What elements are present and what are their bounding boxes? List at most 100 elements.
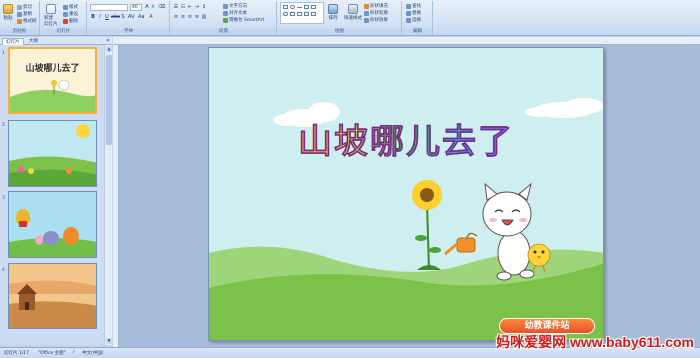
text-direction-button[interactable]: 文字方向: [223, 3, 247, 9]
slide-counter: 幻灯片 1/17: [4, 351, 30, 356]
shape-outline-button[interactable]: 形状轮廓: [364, 10, 388, 16]
clear-format-icon[interactable]: ⌫: [158, 4, 165, 10]
align-text-icon: [223, 10, 228, 16]
heart-shape-icon[interactable]: [311, 12, 316, 16]
close-icon[interactable]: ✕: [106, 38, 110, 44]
thumbnail-number: 1: [2, 51, 5, 56]
text-direction-icon: [223, 3, 228, 9]
slides-group: 新建 幻灯片 版式 重设 删除 幻灯片: [41, 1, 87, 35]
horizontal-ruler: [113, 37, 700, 45]
layout-icon: [63, 4, 68, 10]
shape-effects-button[interactable]: 形状效果: [364, 17, 388, 23]
italic-icon[interactable]: I: [97, 14, 103, 20]
scroll-down-icon[interactable]: ▼: [106, 338, 112, 344]
strikethrough-icon[interactable]: abc: [111, 14, 120, 20]
slides-group-title: 幻灯片: [41, 29, 86, 35]
effects-icon: [364, 17, 369, 23]
shadow-icon[interactable]: S: [120, 14, 126, 20]
align-right-icon[interactable]: ≡: [187, 14, 193, 20]
callout-shape-icon[interactable]: [297, 12, 302, 16]
smartart-icon: [223, 17, 228, 23]
select-button[interactable]: 选择: [406, 17, 421, 23]
replace-button[interactable]: 替换: [406, 10, 421, 16]
numbering-icon[interactable]: ☷: [180, 4, 186, 10]
justify-icon[interactable]: ≡: [194, 14, 200, 20]
paste-icon: [3, 4, 13, 14]
columns-icon[interactable]: ▥: [201, 14, 207, 20]
align-text-button[interactable]: 对齐文本: [223, 10, 247, 16]
clipboard-group-title: 剪贴板: [0, 29, 39, 35]
shapes-gallery[interactable]: [280, 2, 324, 24]
oval-shape-icon[interactable]: [290, 5, 295, 9]
paint-bucket-icon: [364, 3, 369, 9]
arrow-shape-icon[interactable]: [304, 5, 309, 9]
align-center-icon[interactable]: ≡: [180, 14, 186, 20]
brush-icon: [17, 18, 22, 24]
clipboard-group: 粘贴 剪切 复制 格式刷 剪贴板: [0, 1, 40, 35]
triangle-shape-icon[interactable]: [311, 5, 316, 9]
paragraph-group: ☰ ☷ ⇤ ⇥ ↕ 文字方向 对齐文本 转换为 SmartArt ≡ ≡ ≡ ≡…: [171, 1, 277, 35]
thumbnail-number: 4: [2, 268, 5, 273]
line-spacing-icon[interactable]: ↕: [201, 4, 207, 10]
scissors-icon: [17, 4, 22, 10]
paste-label: 粘贴: [3, 16, 13, 21]
slide-thumbnail-1[interactable]: 山坡哪儿去了: [8, 47, 97, 114]
star-shape-icon[interactable]: [290, 12, 295, 16]
font-name-combo[interactable]: [90, 4, 128, 11]
editing-group: 查找 替换 选择 编辑: [403, 1, 433, 35]
bold-icon[interactable]: B: [90, 14, 96, 20]
increase-indent-icon[interactable]: ⇥: [194, 4, 200, 10]
scroll-thumb[interactable]: [106, 55, 112, 145]
scroll-up-icon[interactable]: ▲: [106, 46, 112, 52]
ribbon: 粘贴 剪切 复制 格式刷 剪贴板 新建 幻灯片 版式 重设 删除 幻灯片 40 …: [0, 0, 700, 36]
language: 中文(中国): [82, 351, 104, 356]
decrease-indent-icon[interactable]: ⇤: [187, 4, 193, 10]
underline-icon[interactable]: U: [104, 14, 110, 20]
font-size-combo[interactable]: 40: [130, 4, 142, 11]
thumbnail-3-art: [9, 192, 96, 257]
slide-thumbnail-4[interactable]: [8, 263, 97, 329]
brace-shape-icon[interactable]: [304, 12, 309, 16]
tab-outline[interactable]: 大纲: [26, 38, 41, 45]
binoculars-icon: [406, 3, 411, 9]
slide-canvas[interactable]: 山坡哪儿去了 幼教课件站: [208, 47, 604, 341]
format-painter-button[interactable]: 格式刷: [17, 18, 37, 24]
cut-button[interactable]: 剪切: [17, 4, 32, 10]
thumbnail-number: 2: [2, 123, 5, 128]
drawing-group-title: 绘图: [278, 29, 401, 35]
slide-title[interactable]: 山坡哪儿去了: [209, 114, 603, 163]
font-group-title: 字体: [88, 29, 169, 35]
paste-button[interactable]: 粘贴: [3, 4, 13, 21]
quick-styles-button[interactable]: 快速样式: [344, 4, 362, 21]
arrange-button[interactable]: 排列: [328, 4, 338, 21]
copy-icon: [17, 11, 22, 17]
panel-tabs: 幻灯片 大纲 ✕: [0, 37, 112, 45]
bullets-icon[interactable]: ☰: [173, 4, 179, 10]
copy-button[interactable]: 复制: [17, 11, 32, 17]
delete-button[interactable]: 删除: [63, 18, 78, 24]
tab-slides[interactable]: 幻灯片: [2, 38, 24, 45]
shrink-font-icon[interactable]: A: [150, 4, 156, 10]
slide-thumbnail-2[interactable]: [8, 120, 97, 187]
rounded-rect-shape-icon[interactable]: [283, 12, 288, 16]
slide-thumbnail-3[interactable]: [8, 191, 97, 258]
char-spacing-icon[interactable]: AV: [128, 14, 135, 20]
theme-name: "Office 主题": [38, 351, 66, 356]
slide-background-art: [209, 48, 603, 340]
change-case-icon[interactable]: Aa: [138, 14, 144, 20]
spellcheck-icon[interactable]: ✓: [72, 350, 76, 355]
new-slide-button[interactable]: 新建 幻灯片: [44, 4, 58, 27]
site-watermark: 妈咪爱婴网 www.baby611.com: [496, 334, 694, 350]
align-left-icon[interactable]: ≡: [173, 14, 179, 20]
find-button[interactable]: 查找: [406, 3, 421, 9]
shape-fill-button[interactable]: 形状填充: [364, 3, 388, 9]
layout-button[interactable]: 版式: [63, 4, 78, 10]
font-color-icon[interactable]: A: [148, 14, 154, 20]
thumbnail-scrollbar[interactable]: ▲ ▼: [104, 45, 112, 345]
vertical-ruler: [113, 45, 119, 347]
reset-button[interactable]: 重设: [63, 11, 78, 17]
smartart-button[interactable]: 转换为 SmartArt: [223, 17, 264, 23]
line-shape-icon[interactable]: [297, 7, 302, 8]
rectangle-shape-icon[interactable]: [283, 5, 288, 9]
font-group: 40 A A ⌫ B I U abc S AV Aa A 字体: [88, 1, 170, 35]
